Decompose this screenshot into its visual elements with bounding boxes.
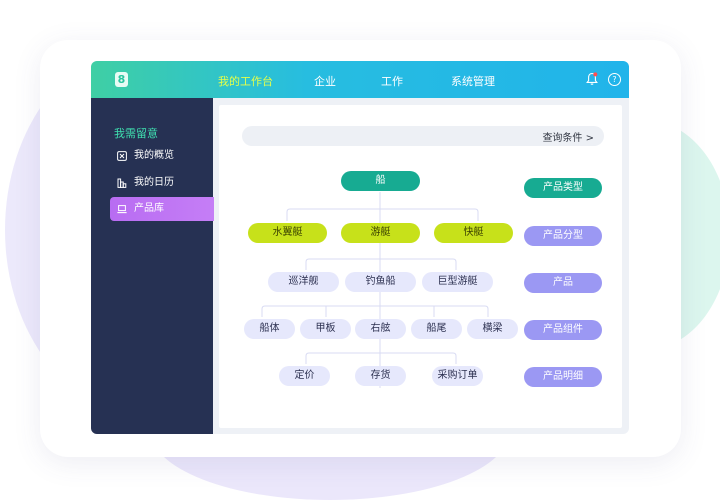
nav-item-enterprise[interactable]: 企业 [314,73,336,89]
sidebar-item-my-calendar[interactable]: 我的日历 [110,171,214,195]
nav-item-work[interactable]: 工作 [381,73,403,89]
legend-product-subtype[interactable]: 产品分型 [524,226,602,246]
tree-node-level3[interactable]: 船尾 [411,319,462,339]
sidebar: 我需留意 我的概览 我的日历 产品库 [91,98,214,434]
legend-product-component[interactable]: 产品组件 [524,320,602,340]
sidebar-title: 我需留意 [114,127,158,140]
tree-node-level2[interactable]: 钓鱼船 [345,272,416,292]
overview-icon [117,151,127,161]
legend-product-detail[interactable]: 产品明细 [524,367,602,387]
sidebar-item-product-library[interactable]: 产品库 [110,197,214,221]
tree-node-level2[interactable]: 巨型游艇 [422,272,493,292]
help-icon[interactable]: ? [608,73,621,86]
tree-node-level4[interactable]: 采购订单 [432,366,483,386]
sidebar-item-label: 我的日历 [134,177,174,188]
nav-item-system-management[interactable]: 系统管理 [451,73,495,89]
tree-node-level3[interactable]: 横梁 [467,319,518,339]
tree-node-level3[interactable]: 右舷 [355,319,406,339]
tree-node-level1[interactable]: 游艇 [341,223,420,243]
nav-item-my-workbench[interactable]: 我的工作台 [218,73,273,89]
tree-node-root[interactable]: 船 [341,171,420,191]
calendar-icon [117,178,127,188]
notification-dot [593,72,598,77]
tree-node-level3[interactable]: 甲板 [300,319,351,339]
tree-node-level4[interactable]: 定价 [279,366,330,386]
sidebar-item-label: 产品库 [134,203,164,214]
legend-product-type[interactable]: 产品类型 [524,178,602,198]
laptop-icon [117,205,127,214]
app-logo[interactable]: 8 [115,72,128,87]
bell-icon[interactable] [586,72,598,86]
tree-node-level3[interactable]: 船体 [244,319,295,339]
tree-node-level1[interactable]: 水翼艇 [248,223,327,243]
main-content: 查询条件 > 船 水翼艇 游艇 快艇 巡洋舰 钓鱼船 巨型游艇 船体 甲板 右舷… [219,105,622,428]
legend-product[interactable]: 产品 [524,273,602,293]
top-navigation-bar: 8 我的工作台 企业 工作 系统管理 ? [91,61,629,98]
sidebar-item-my-overview[interactable]: 我的概览 [110,144,214,168]
sidebar-item-label: 我的概览 [134,150,174,161]
tree-node-level2[interactable]: 巡洋舰 [268,272,339,292]
app-window: 8 我的工作台 企业 工作 系统管理 ? 我需留意 我的概览 我的日历 产品库 … [91,61,629,434]
tree-node-level4[interactable]: 存货 [355,366,406,386]
tree-node-level1[interactable]: 快艇 [434,223,513,243]
